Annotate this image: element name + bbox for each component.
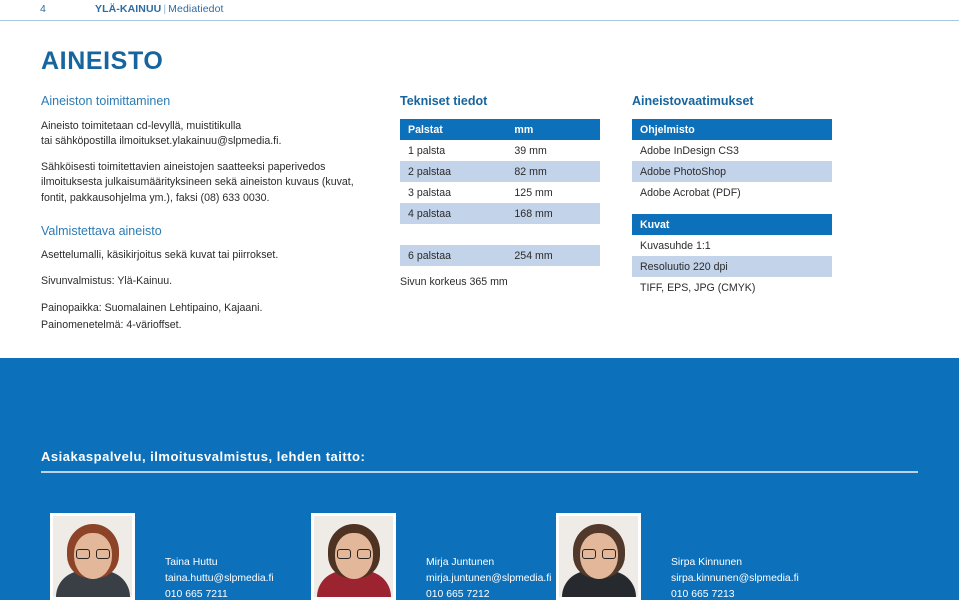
table-gap (632, 203, 832, 214)
electronic-delivery-paragraph: Sähköisesti toimitettavien aineistojen s… (41, 160, 354, 204)
table-row: TIFF, EPS, JPG (CMYK) (632, 277, 832, 298)
left-column-subheading: Valmistettava aineisto (41, 224, 162, 239)
print-house-line: Painopaikka: Suomalainen Lehtipaino, Kaj… (41, 301, 263, 314)
running-header: 4 YLÄ-KAINUU | Mediatiedot (0, 0, 959, 22)
cell-columns: 2 palstaa (400, 161, 509, 182)
table-row-empty (400, 224, 600, 245)
delivery-line-1: Aineisto toimitetaan cd-levyllä, muistit… (41, 120, 242, 132)
left-column-heading: Aineiston toimittaminen (41, 94, 171, 108)
col-header-mm: mm (508, 119, 600, 140)
table-row: 6 palstaa 254 mm (400, 245, 600, 266)
contact-details: Sirpa Kinnunen sirpa.kinnunen@slpmedia.f… (671, 555, 799, 603)
contact-divider (41, 471, 918, 473)
contact-name: Taina Huttu (165, 557, 218, 568)
page-number: 4 (40, 3, 47, 15)
cell-columns: 6 palstaa (400, 245, 509, 266)
contact-details: Taina Huttu taina.huttu@slpmedia.fi 010 … (165, 555, 274, 603)
left-column: Aineiston toimittaminen Aineisto toimite… (41, 94, 371, 345)
contact-details: Mirja Juntunen mirja.juntunen@slpmedia.f… (426, 555, 551, 603)
columns-table: Palstat mm 1 palsta 39 mm 2 palstaa 82 m… (400, 119, 600, 266)
table-header-row: Kuvat (632, 214, 832, 235)
table-header-row: Ohjelmisto (632, 119, 832, 140)
avatar (311, 513, 396, 600)
material-requirements-heading: Aineistovaatimukset (632, 94, 754, 108)
header-section: Mediatiedot (168, 3, 224, 15)
page-production-line: Sivunvalmistus: Ylä-Kainuu. (41, 275, 173, 288)
contact-phone: 010 665 7211 (165, 589, 228, 600)
contact-name: Sirpa Kinnunen (671, 557, 743, 568)
cell-width: 125 mm (508, 182, 600, 203)
technical-specs-heading: Tekniset tiedot (400, 94, 488, 108)
publication-header: YLÄ-KAINUU | Mediatiedot (95, 3, 224, 15)
table-row: 1 palsta 39 mm (400, 140, 600, 161)
cell-software: Adobe Acrobat (PDF) (632, 182, 832, 203)
page-height-note: Sivun korkeus 365 mm (400, 276, 508, 288)
software-table: Ohjelmisto Adobe InDesign CS3 Adobe Phot… (632, 119, 832, 203)
delivery-paragraph: Aineisto toimitetaan cd-levyllä, muistit… (41, 119, 371, 150)
contact-phone: 010 665 7212 (426, 589, 490, 600)
print-method-line: Painomenetelmä: 4-värioffset. (41, 319, 182, 332)
delivery-line-2: tai sähköpostilla ilmoitukset.ylakainuu@… (41, 135, 282, 148)
contact-email[interactable]: sirpa.kinnunen@slpmedia.fi (671, 571, 799, 587)
page-title: AINEISTO (41, 47, 164, 75)
table-row: Resoluutio 220 dpi (632, 256, 832, 277)
right-column: Aineistovaatimukset Ohjelmisto Adobe InD… (632, 94, 832, 298)
cell-image-spec: TIFF, EPS, JPG (CMYK) (632, 277, 832, 298)
table-row: Adobe PhotoShop (632, 161, 832, 182)
material-line: Asettelumalli, käsikirjoitus sekä kuvat … (41, 249, 279, 262)
header-divider (0, 20, 959, 21)
table-header-row: Palstat mm (400, 119, 600, 140)
contact-phone: 010 665 7213 (671, 589, 735, 600)
avatar (556, 513, 641, 600)
avatar (50, 513, 135, 600)
table-row: Adobe InDesign CS3 (632, 140, 832, 161)
cell-image-spec: Kuvasuhde 1:1 (632, 235, 832, 256)
contact-panel: Asiakaspalvelu, ilmoitusvalmistus, lehde… (0, 358, 959, 600)
cell-width: 168 mm (508, 203, 600, 224)
table-row: 4 palstaa 168 mm (400, 203, 600, 224)
cell-width: 254 mm (508, 245, 600, 266)
col-header-images: Kuvat (632, 214, 832, 235)
images-table: Kuvat Kuvasuhde 1:1 Resoluutio 220 dpi T… (632, 214, 832, 298)
cell-columns: 1 palsta (400, 140, 509, 161)
table-row: Kuvasuhde 1:1 (632, 235, 832, 256)
cell-width: 39 mm (508, 140, 600, 161)
middle-column: Tekniset tiedot Palstat mm 1 palsta 39 m… (400, 94, 600, 288)
cell-software: Adobe InDesign CS3 (632, 140, 832, 161)
table-row: Adobe Acrobat (PDF) (632, 182, 832, 203)
col-header-palstat: Palstat (400, 119, 509, 140)
contact-name: Mirja Juntunen (426, 557, 495, 568)
contact-heading: Asiakaspalvelu, ilmoitusvalmistus, lehde… (41, 449, 366, 464)
contact-email[interactable]: taina.huttu@slpmedia.fi (165, 571, 274, 587)
cell-width: 82 mm (508, 161, 600, 182)
col-header-software: Ohjelmisto (632, 119, 832, 140)
table-row: 3 palstaa 125 mm (400, 182, 600, 203)
cell-width (508, 224, 600, 245)
cell-software: Adobe PhotoShop (632, 161, 832, 182)
table-row: 2 palstaa 82 mm (400, 161, 600, 182)
publication-name: YLÄ-KAINUU (95, 3, 162, 15)
cell-columns (400, 224, 509, 245)
page: 4 YLÄ-KAINUU | Mediatiedot AINEISTO Aineis… (0, 0, 959, 600)
cell-columns: 3 palstaa (400, 182, 509, 203)
cell-columns: 4 palstaa (400, 203, 509, 224)
contact-email[interactable]: mirja.juntunen@slpmedia.fi (426, 571, 551, 587)
cell-image-spec: Resoluutio 220 dpi (632, 256, 832, 277)
